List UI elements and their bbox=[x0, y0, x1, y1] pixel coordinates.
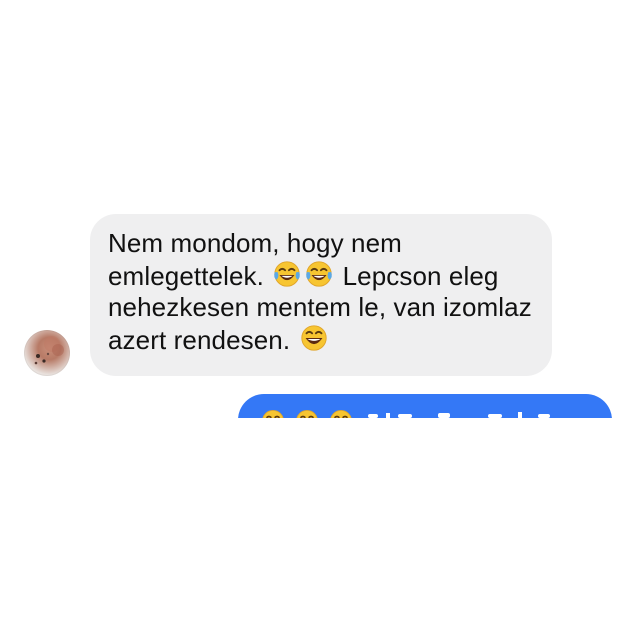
message-text: Nem mondom, hogy nem bbox=[108, 228, 402, 258]
chat-transcript: Nem mondom, hogy nem emlegettelek. Lepcs… bbox=[0, 0, 618, 618]
outgoing-message-row bbox=[238, 394, 612, 418]
contact-avatar[interactable] bbox=[24, 330, 70, 376]
grinning-squinting-face-emoji bbox=[300, 325, 327, 351]
incoming-message-row: Nem mondom, hogy nem emlegettelek. Lepcs… bbox=[24, 214, 564, 376]
message-line: Nem mondom, hogy nem bbox=[108, 228, 534, 259]
incoming-message-text: Nem mondom, hogy nem emlegettelek. Lepcs… bbox=[108, 228, 534, 356]
outgoing-message-bubble[interactable] bbox=[238, 394, 612, 418]
clipped-text-tops bbox=[368, 412, 550, 418]
message-line: nehezkesen mentem le, van izomlaz bbox=[108, 292, 534, 323]
avatar-photo-icon bbox=[34, 336, 64, 365]
tears-of-joy-emoji bbox=[262, 410, 284, 418]
message-text: emlegettelek. bbox=[108, 261, 272, 291]
tears-of-joy-emoji bbox=[306, 261, 333, 287]
message-text: azert rendesen. bbox=[108, 325, 298, 355]
tears-of-joy-emoji bbox=[274, 261, 301, 287]
incoming-message-bubble[interactable]: Nem mondom, hogy nem emlegettelek. Lepcs… bbox=[90, 214, 552, 376]
message-text: Lepcson eleg bbox=[335, 261, 499, 291]
message-line: azert rendesen. bbox=[108, 323, 534, 356]
tears-of-joy-emoji bbox=[330, 410, 352, 418]
message-text: nehezkesen mentem le, van izomlaz bbox=[108, 292, 532, 322]
message-line: emlegettelek. Lepcson eleg bbox=[108, 259, 534, 292]
tears-of-joy-emoji bbox=[296, 410, 318, 418]
